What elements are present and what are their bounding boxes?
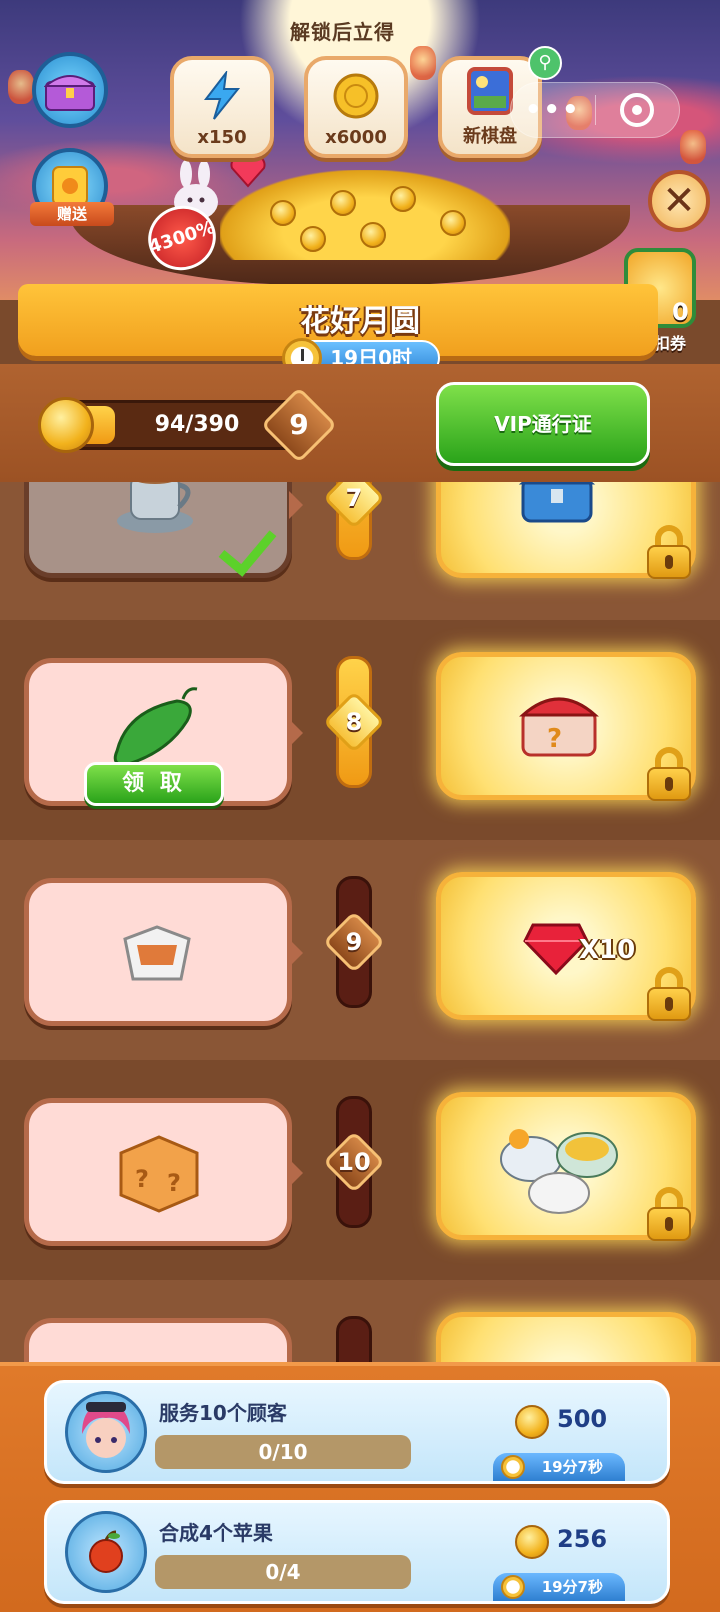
card-pointer: [289, 1159, 303, 1187]
coin-icon: [270, 200, 296, 226]
task-progress-text: 0/4: [265, 1560, 301, 1584]
cucumber-icon: [113, 687, 198, 767]
coin-icon: [330, 190, 356, 216]
mooncake-coin-icon: [515, 1525, 549, 1559]
unlock-label: 解锁后立得: [290, 20, 395, 44]
tier-row: 9 X10: [0, 840, 720, 1060]
vip-reward-qty: X10: [579, 935, 636, 965]
more-icon[interactable]: •••: [511, 95, 595, 125]
task-card[interactable]: 服务10个顾客 0/10 500 19分7秒: [44, 1380, 670, 1484]
svg-text:?: ?: [167, 1169, 181, 1197]
new-board-icon: [467, 67, 513, 115]
card-pointer: [289, 939, 303, 967]
level-node: 10: [322, 1130, 386, 1194]
blue-chest-icon: [518, 482, 596, 523]
lock-icon: [643, 1187, 695, 1243]
target-icon: [620, 93, 655, 127]
tier-row: ? ? 10: [0, 1060, 720, 1280]
purple-chest-icon: [44, 75, 96, 111]
lock-icon: [643, 525, 695, 581]
task-reward: 256: [557, 1525, 608, 1553]
level-node: 7: [322, 482, 386, 530]
clock-icon: [501, 1575, 525, 1599]
svg-text:?: ?: [547, 724, 562, 754]
tier-row: [0, 1280, 720, 1362]
coin-icon: [390, 186, 416, 212]
vip-pass-button[interactable]: VIP通行证: [436, 382, 650, 466]
task-title: 服务10个顾客: [159, 1401, 287, 1425]
task-reward: 500: [557, 1405, 608, 1433]
apple-icon: [65, 1511, 147, 1593]
vip-reward-card[interactable]: [436, 1312, 696, 1362]
reward-track[interactable]: 7 领 取 8 ? 9 X10 ? ? 10: [0, 482, 720, 1362]
reward-qty: x150: [197, 127, 247, 148]
free-reward-card[interactable]: [24, 878, 303, 1026]
task-title: 合成4个苹果: [159, 1521, 273, 1545]
vip-reward-card[interactable]: ?: [436, 652, 696, 803]
mini-program-capsule: •••: [510, 82, 680, 138]
gift-label: 赠送: [30, 202, 114, 226]
close-mini-program-button[interactable]: [596, 93, 680, 127]
vip-reward-card[interactable]: X10: [436, 872, 696, 1023]
mystery-cube-icon: ? ?: [119, 1135, 199, 1213]
lantern-icon: [410, 46, 436, 80]
close-icon: ✕: [662, 178, 696, 224]
task-card[interactable]: 合成4个苹果 0/4 256 19分7秒: [44, 1500, 670, 1604]
event-title: 花好月圆: [300, 304, 420, 339]
reward-qty: x6000: [325, 127, 387, 148]
tea-cup-icon: [117, 482, 193, 533]
free-reward-card[interactable]: [24, 1318, 292, 1362]
vip-reward-card[interactable]: [436, 1092, 696, 1243]
current-level: 9: [289, 408, 309, 441]
close-button[interactable]: ✕: [648, 170, 710, 232]
level-node: 9: [322, 910, 386, 974]
level-node: 8: [322, 690, 386, 754]
svg-text:?: ?: [135, 1165, 149, 1193]
reward-qty: 新棋盘: [463, 126, 517, 147]
lightning-icon: [203, 71, 241, 120]
coin-icon: [300, 226, 326, 252]
check-icon: [218, 518, 278, 578]
mooncake-coin-icon: [515, 1405, 549, 1439]
clock-icon: [501, 1455, 525, 1479]
card-pointer: [289, 719, 303, 747]
tier-row: 领 取 8 ?: [0, 620, 720, 840]
lock-icon: [643, 967, 695, 1023]
customer-avatar-icon: [65, 1391, 147, 1473]
takeout-box-icon: [123, 925, 191, 981]
card-pointer: [289, 491, 303, 519]
coin-icon: [440, 210, 466, 236]
red-mystery-chest-icon: ?: [519, 697, 599, 757]
reward-card-coins[interactable]: x6000: [304, 56, 408, 158]
task-panel: 服务10个顾客 0/10 500 19分7秒 合成4个苹果 0/4 256 19…: [0, 1362, 720, 1612]
tea-set-icon: [500, 1129, 618, 1214]
lantern-icon: [8, 70, 34, 104]
claim-button[interactable]: 领 取: [84, 762, 224, 806]
free-reward-card[interactable]: ? ?: [24, 1098, 303, 1246]
reward-card-energy[interactable]: x150: [170, 56, 274, 158]
coin-icon: [360, 222, 386, 248]
magnify-icon[interactable]: ⚲: [528, 46, 562, 80]
level-track: [336, 1316, 372, 1362]
mooncake-coin-icon: [38, 397, 94, 453]
lock-icon: [643, 747, 695, 803]
tier-row: 7: [0, 482, 720, 620]
mooncake-coin-icon: [333, 73, 379, 119]
task-progress-text: 0/10: [258, 1440, 308, 1464]
lantern-icon: [680, 130, 706, 164]
chest-button[interactable]: [32, 52, 108, 128]
vip-reward-card[interactable]: [436, 482, 696, 581]
